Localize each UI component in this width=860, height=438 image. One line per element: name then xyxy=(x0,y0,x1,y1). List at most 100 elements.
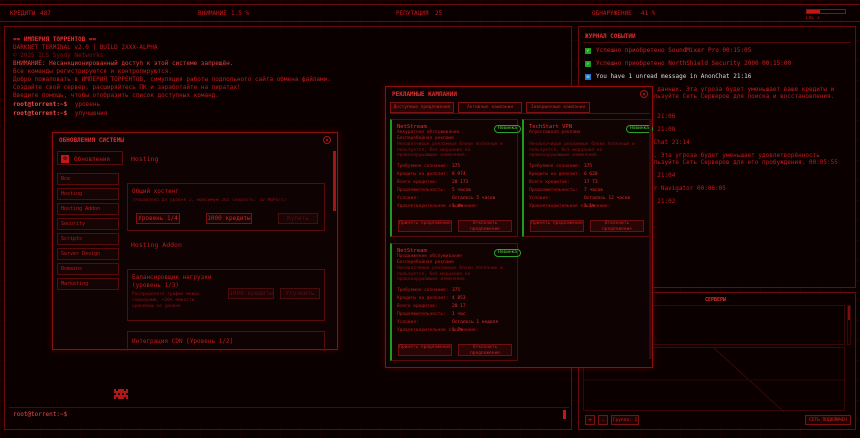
terminal-line: DARKNET TERMINAL v2.0 | BUILD 2XXX-ALPHA xyxy=(13,44,158,51)
prompt-text: root@torrent:~$ xyxy=(13,110,68,117)
campaign-field-label: Кредиты на депозит: xyxy=(397,172,449,177)
terminal-line: © 2025 ILS Syndy Networks xyxy=(13,52,104,59)
upgrade-level: (уровень 1/3) xyxy=(132,282,179,289)
price-button[interactable]: 1000 кредиты xyxy=(228,288,274,299)
decline-offer-button[interactable]: Отклонить предложение xyxy=(458,220,512,232)
close-icon[interactable]: × xyxy=(323,136,331,144)
campaign-field-label: Продолжительность: xyxy=(529,188,578,193)
campaign-badge: Новинка xyxy=(494,249,521,257)
campaign-field-label: Требуемое сознание: xyxy=(397,288,449,293)
upgrade-card-shared-hosting: Общий хостинг (Управлено до уровня 2, ма… xyxy=(127,183,325,231)
event-text: You have 1 unread message in AnonChat 21… xyxy=(596,73,752,80)
campaign-field-label: Удовлетворительное отклонение: xyxy=(397,328,479,333)
campaign-field-value: 8 974 xyxy=(452,172,466,177)
campaign-field-value: 375 xyxy=(452,164,461,169)
network-connect-button[interactable]: СЕТЬ ПОДКЛЮЧЕН xyxy=(805,415,851,425)
lvl-label: LVL 3 xyxy=(806,16,820,21)
campaign-field-label: Требуемое сознание: xyxy=(397,164,449,169)
campaigns-scrollbar[interactable] xyxy=(649,119,652,359)
campaign-field-value: Осталось 1 неделя xyxy=(452,320,499,325)
category-item[interactable]: Все xyxy=(57,173,119,185)
accept-offer-button[interactable]: Принять предложение xyxy=(398,344,452,356)
category-item[interactable]: Scripts xyxy=(57,233,119,245)
event-text: Успешно приобретено SoundMixer Pro 00:15… xyxy=(596,47,752,54)
group-selector[interactable]: Группа: 1 xyxy=(611,415,639,425)
campaign-field-value: 1 час xyxy=(452,312,466,317)
accept-offer-button[interactable]: Принять предложение xyxy=(530,220,584,232)
campaign-tab[interactable]: Завершенные кампании xyxy=(526,102,590,113)
upgrade-title: Общий хостинг xyxy=(132,188,179,195)
category-item[interactable]: Security xyxy=(57,218,119,230)
decline-offer-button[interactable]: Отклонить предложение xyxy=(590,220,644,232)
terminal-line-prompt-2: root@torrent:~$ улучшения xyxy=(13,110,107,117)
lvl-progress-bar xyxy=(806,9,846,14)
zoom-in-button[interactable]: + xyxy=(585,415,595,425)
campaign-field-value: 1.4% xyxy=(452,204,463,209)
campaign-tab[interactable]: Доступные предложения xyxy=(390,102,454,113)
campaign-field-label: Условия: xyxy=(397,196,419,201)
category-item[interactable]: Domains xyxy=(57,263,119,275)
campaign-card: NetStream Продвижение обслуживание Беспер… xyxy=(390,243,521,361)
category-item[interactable]: Server Design xyxy=(57,248,119,260)
upgrade-title: Балансировщик нагрузки xyxy=(132,274,212,281)
campaign-field-label: Условия: xyxy=(397,320,419,325)
lvl-progress-fill xyxy=(807,10,821,13)
campaign-badge: Новинка xyxy=(494,125,521,133)
accept-offer-button[interactable]: Принять предложение xyxy=(398,220,452,232)
upgrades-window[interactable]: ОБНОВЛЕНИЯ СИСТЕМЫ × ⚙ Обновления Все Hos… xyxy=(52,132,338,351)
terminal-input-row[interactable]: root@torrent:~$ xyxy=(9,407,569,420)
campaign-field-label: Требуемое сознание: xyxy=(529,164,581,169)
terminal-title: == ИМПЕРИЯ ТОРРЕНТОВ == xyxy=(13,36,97,43)
level-button[interactable]: Уровень 1/4 xyxy=(136,213,180,224)
upgrade-card-cdn: Интеграция CDN [Уровень 1/2] xyxy=(127,331,325,351)
upgrade-desc: Распределите трафик между серверами, +10… xyxy=(132,292,200,309)
upgrade-icon: ⚙ xyxy=(61,155,69,163)
upgrades-scrollbar[interactable] xyxy=(333,151,336,211)
scroll-indicator[interactable] xyxy=(563,410,566,419)
terminal-input-field[interactable] xyxy=(67,410,561,419)
campaign-subtitle: Агрессивная реклама xyxy=(529,130,581,135)
upgrade-desc: (Управлено до уровня 2, максимум 265 ско… xyxy=(132,198,287,203)
credits-label: КРЕДИТЫ xyxy=(10,10,36,17)
upgrade-button[interactable]: Улучшить xyxy=(280,288,320,299)
command-text: уровень xyxy=(74,101,101,108)
terminal-line: Добро пожаловать в ИМПЕРИЯ ТОРРЕНТОВ, си… xyxy=(13,76,331,83)
campaign-field-value: 7 часов xyxy=(584,188,603,193)
section-title-hosting: Hosting xyxy=(131,155,159,163)
terminal-line: Все команды регистрируются и контролирую… xyxy=(13,68,172,75)
event-log-title: ЖУРНАЛ СОБЫТИЙ xyxy=(585,33,636,40)
campaign-field-label: Всего кредитов: xyxy=(397,180,438,185)
campaign-field-value: 1.7% xyxy=(452,328,463,333)
credits-value: 487 xyxy=(40,10,51,17)
command-text: улучшения xyxy=(74,110,108,117)
upgrade-card-load-balancer: Балансировщик нагрузки (уровень 1/3) Рас… xyxy=(127,269,325,321)
decline-offer-button[interactable]: Отклонить предложение xyxy=(458,344,512,356)
upgrades-content[interactable]: Hosting Общий хостинг (Управлено до уров… xyxy=(127,151,329,351)
campaign-tab[interactable]: Активные кампании xyxy=(458,102,522,113)
campaign-field-value: 17 73 xyxy=(584,180,598,185)
upgrades-header: ⚙ Обновления xyxy=(57,151,123,165)
category-item[interactable]: Hosting Addon xyxy=(57,203,119,215)
campaign-field-value: 20 173 xyxy=(452,180,469,185)
network-scrollbar[interactable] xyxy=(847,305,851,345)
close-icon[interactable]: × xyxy=(640,90,648,98)
event-log-divider xyxy=(583,42,851,43)
skull-icon xyxy=(111,387,131,401)
buy-button[interactable]: Купить xyxy=(278,213,318,224)
campaign-desc: Ненавязчивые рекламные блоки полезные и … xyxy=(529,142,635,158)
price-button[interactable]: 1000 кредиты xyxy=(206,213,252,224)
section-title-hosting-addon: Hosting Addon xyxy=(131,241,182,249)
campaign-field-value: 375 xyxy=(584,164,593,169)
campaigns-window[interactable]: РЕКЛАМНЫЕ КАМПАНИИ × Доступные предложен… xyxy=(385,86,653,368)
campaign-field-label: Условия: xyxy=(529,196,551,201)
reputation-label: РЕПУТАЦИЯ xyxy=(396,10,429,17)
campaign-field-value: 20 17 xyxy=(452,304,466,309)
campaign-field-value: 5 часов xyxy=(452,188,471,193)
campaign-field-value: Осталось 5 часов xyxy=(452,196,496,201)
category-item[interactable]: Hosting xyxy=(57,188,119,200)
detection-value: 41 % xyxy=(641,10,656,17)
category-item[interactable]: Marketing xyxy=(57,278,119,290)
zoom-out-button[interactable]: - xyxy=(598,415,608,425)
campaign-desc: Ненавязчивые рекламные блоки полезные и … xyxy=(397,266,503,282)
fame-value: 1.5 % xyxy=(231,10,250,17)
